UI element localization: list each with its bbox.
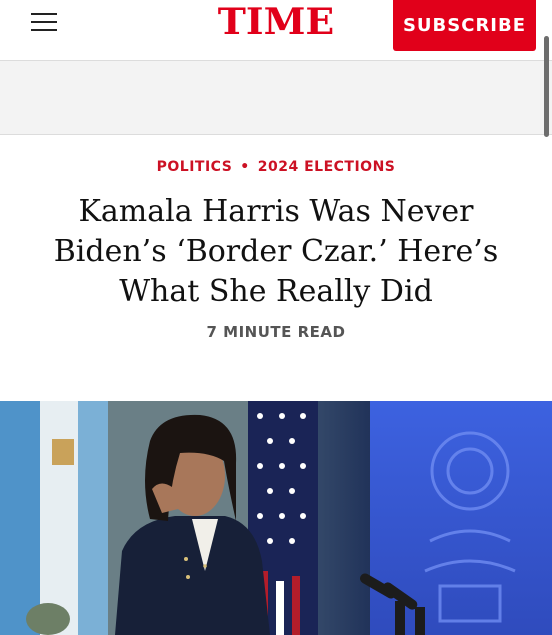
- hero-photo: [0, 401, 552, 635]
- hero-image: [0, 401, 552, 635]
- read-time: 7 MINUTE READ: [206, 323, 346, 341]
- ad-placeholder: [0, 61, 552, 135]
- site-header: TIME SUBSCRIBE: [0, 0, 552, 61]
- subscribe-button[interactable]: SUBSCRIBE: [393, 0, 536, 51]
- section-link-2024-elections[interactable]: 2024 ELECTIONS: [258, 159, 396, 175]
- article-kicker: POLITICS • 2024 ELECTIONS: [0, 159, 552, 175]
- kicker-separator: •: [240, 159, 250, 175]
- scrollbar[interactable]: [544, 36, 549, 137]
- section-link-politics[interactable]: POLITICS: [157, 159, 233, 175]
- article-headline: Kamala Harris Was Never Biden’s ‘Border …: [53, 194, 499, 309]
